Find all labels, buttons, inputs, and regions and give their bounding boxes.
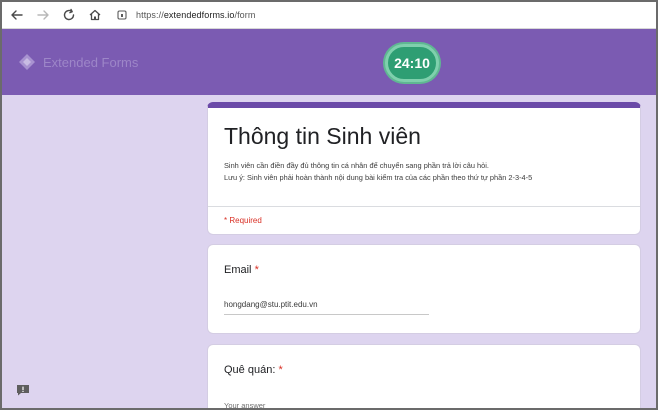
site-info-icon[interactable] [114,7,130,23]
countdown-timer: 24:10 [385,44,439,82]
question-label-hometown: Quê quán: * [224,364,283,376]
question-text: Quê quán: [224,364,276,376]
reload-icon [63,8,75,21]
required-star: * [278,364,283,376]
reload-button[interactable] [56,2,82,28]
extended-forms-logo-icon [19,54,35,70]
form-description: Sinh viên cần điền đầy đủ thông tin cá n… [224,160,624,184]
brand: Extended Forms [18,53,138,71]
description-line-2: Lưu ý: Sinh viên phải hoàn thành nội dun… [224,173,533,182]
screen: https://extendedforms.io/form Extended F… [0,0,658,410]
arrow-left-icon [11,10,23,20]
hometown-field[interactable]: Your answer [224,401,265,408]
url-prefix: https:// [136,10,164,20]
required-note: * Required [224,216,262,225]
browser-toolbar: https://extendedforms.io/form [2,2,656,29]
home-button[interactable] [82,2,108,28]
url-host: extendedforms.io [163,10,235,20]
question-text: Email [224,264,252,276]
email-field[interactable]: hongdang@stu.ptit.edu.vn [224,300,429,315]
divider [208,206,640,207]
address-bar[interactable]: https://extendedforms.io/form [114,5,255,25]
question-card-email: Email * hongdang@stu.ptit.edu.vn [207,244,641,334]
form-title-card: Thông tin Sinh viên Sinh viên cần điền đ… [207,102,641,235]
form-title: Thông tin Sinh viên [224,123,421,149]
forward-button[interactable] [30,2,56,28]
question-card-hometown: Quê quán: * Your answer [207,344,641,408]
question-label-email: Email * [224,264,259,276]
url-text: https://extendedforms.io/form [136,10,255,20]
required-star: * [254,264,259,276]
form-header: Extended Forms 24:10 [2,29,656,95]
description-line-1: Sinh viên cần điền đầy đủ thông tin cá n… [224,161,489,170]
arrow-right-icon [37,10,49,20]
feedback-icon[interactable] [16,384,30,396]
home-icon [89,9,101,21]
brand-name: Extended Forms [43,54,139,70]
back-button[interactable] [4,2,30,28]
url-path: /form [234,10,256,20]
